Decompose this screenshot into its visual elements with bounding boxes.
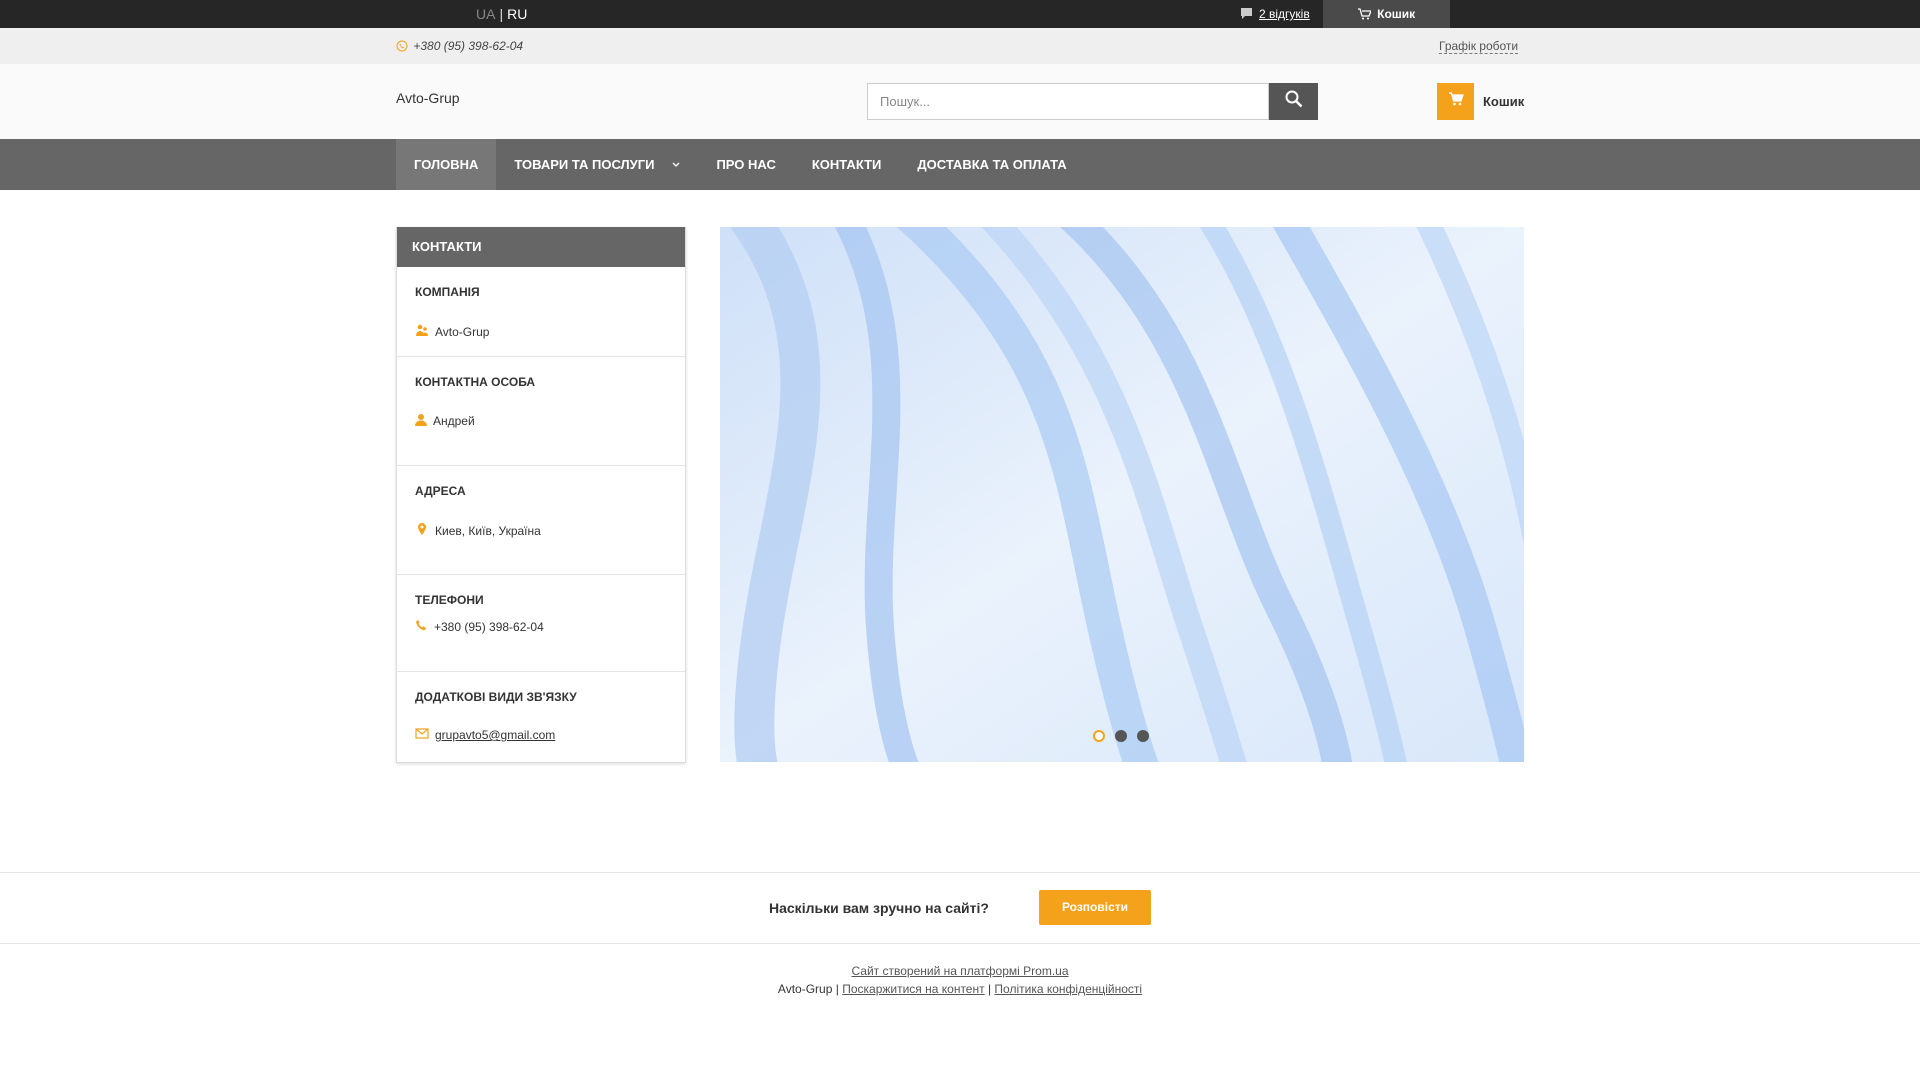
banner-slider[interactable] — [720, 227, 1524, 762]
extra-contacts-title: ДОДАТКОВІ ВИДИ ЗВ'ЯЗКУ — [415, 690, 577, 704]
phone-row[interactable]: +380 (95) 398-62-04 — [415, 619, 667, 635]
privacy-link[interactable]: Політика конфіденційності — [994, 982, 1142, 996]
footer: Сайт створений на платформі Prom.ua Avto… — [0, 962, 1920, 998]
contact-person-section: КОНТАКТНА ОСОБА Андрей — [397, 357, 685, 466]
phones-section: ТЕЛЕФОНИ +380 (95) 398-62-04 — [397, 575, 685, 672]
nav-item-delivery[interactable]: ДОСТАВКА ТА ОПЛАТА — [899, 139, 1084, 190]
cart-icon — [1357, 7, 1377, 21]
main-nav: ГОЛОВНА ТОВАРИ ТА ПОСЛУГИ ПРО НАС КОНТАК… — [0, 139, 1920, 190]
top-cart-label: Кошик — [1377, 7, 1416, 21]
contact-person-name: Андрей — [433, 414, 475, 428]
slider-dots — [1093, 730, 1149, 742]
address-title: АДРЕСА — [415, 484, 466, 498]
email-row: grupavto5@gmail.com — [415, 728, 667, 742]
location-pin-icon — [415, 522, 435, 539]
feedback-bar: Наскільки вам зручно на сайті? Розповіст… — [0, 872, 1920, 944]
phone-icon — [396, 39, 413, 53]
contact-person-row: Андрей — [415, 413, 667, 429]
contact-person-title: КОНТАКТНА ОСОБА — [415, 375, 536, 389]
reviews-label: 2 відгуків — [1259, 7, 1310, 22]
company-name: Avto-Grup — [435, 324, 490, 339]
site-logo[interactable]: Avto-Grup — [396, 90, 460, 106]
nav-item-about[interactable]: ПРО НАС — [698, 139, 793, 190]
header-phone-text: +380 (95) 398-62-04 — [413, 39, 524, 53]
header: Avto-Grup Кошик — [0, 64, 1920, 139]
address-section: АДРЕСА Киев, Київ, Україна — [397, 466, 685, 575]
feedback-button[interactable]: Розповісти — [1039, 890, 1151, 925]
language-switcher: UA | RU — [476, 6, 527, 22]
banner-image — [720, 227, 1524, 762]
email-icon — [415, 728, 435, 742]
cart-icon-box — [1437, 83, 1474, 120]
header-phone[interactable]: +380 (95) 398-62-04 — [396, 39, 523, 53]
complain-link[interactable]: Поскаржитися на контент — [842, 982, 984, 996]
lang-ua-link[interactable]: UA — [476, 6, 495, 22]
footer-separator: | — [987, 982, 992, 996]
company-row: Avto-Grup — [415, 323, 667, 340]
company-icon — [415, 323, 435, 340]
phone-number: +380 (95) 398-62-04 — [434, 620, 544, 634]
schedule-link[interactable]: Графік роботи — [1439, 39, 1519, 54]
company-section: КОМПАНІЯ Avto-Grup — [397, 267, 685, 357]
nav-item-home[interactable]: ГОЛОВНА — [396, 139, 497, 190]
header-cart[interactable]: Кошик — [1437, 83, 1524, 120]
footer-company: Avto-Grup — [777, 982, 833, 996]
feedback-question: Наскільки вам зручно на сайті? — [769, 900, 989, 916]
chevron-down-icon — [672, 140, 680, 191]
search-form — [867, 83, 1318, 120]
nav-item-products[interactable]: ТОВАРИ ТА ПОСЛУГИ — [496, 139, 698, 190]
contact-strip: +380 (95) 398-62-04 Графік роботи — [0, 28, 1920, 64]
header-cart-label: Кошик — [1483, 94, 1525, 109]
search-button[interactable] — [1269, 83, 1318, 120]
lang-separator: | — [499, 6, 504, 22]
user-icon — [415, 413, 433, 429]
top-cart-button[interactable]: Кошик — [1323, 0, 1450, 28]
phone-icon — [415, 619, 434, 635]
extra-contacts-section: ДОДАТКОВІ ВИДИ ЗВ'ЯЗКУ grupavto5@gmail.c… — [397, 672, 685, 762]
address-row: Киев, Київ, Україна — [415, 522, 667, 539]
slider-dot-1[interactable] — [1093, 730, 1105, 742]
slider-dot-3[interactable] — [1137, 730, 1149, 742]
address-text: Киев, Київ, Україна — [435, 523, 541, 538]
sidebar-title: КОНТАКТИ — [397, 227, 685, 267]
search-input[interactable] — [867, 83, 1269, 120]
comment-icon — [1240, 7, 1253, 23]
footer-separator: | — [835, 982, 839, 996]
email-link[interactable]: grupavto5@gmail.com — [435, 728, 555, 742]
reviews-link[interactable]: 2 відгуків — [1240, 7, 1310, 23]
platform-link[interactable]: Сайт створений на платформі Prom.ua — [852, 964, 1069, 978]
slider-dot-2[interactable] — [1115, 730, 1127, 742]
nav-item-products-label: ТОВАРИ ТА ПОСЛУГИ — [514, 157, 655, 172]
phones-title: ТЕЛЕФОНИ — [415, 593, 484, 607]
company-title: КОМПАНІЯ — [415, 285, 480, 299]
lang-ru-link[interactable]: RU — [507, 6, 527, 22]
top-bar: UA | RU 2 відгуків Кошик — [0, 0, 1920, 28]
search-icon — [1285, 90, 1303, 113]
cart-icon — [1448, 91, 1464, 112]
nav-item-contacts[interactable]: КОНТАКТИ — [794, 139, 900, 190]
contacts-sidebar: КОНТАКТИ КОМПАНІЯ Avto-Grup КОНТАКТНА ОС… — [396, 227, 686, 763]
